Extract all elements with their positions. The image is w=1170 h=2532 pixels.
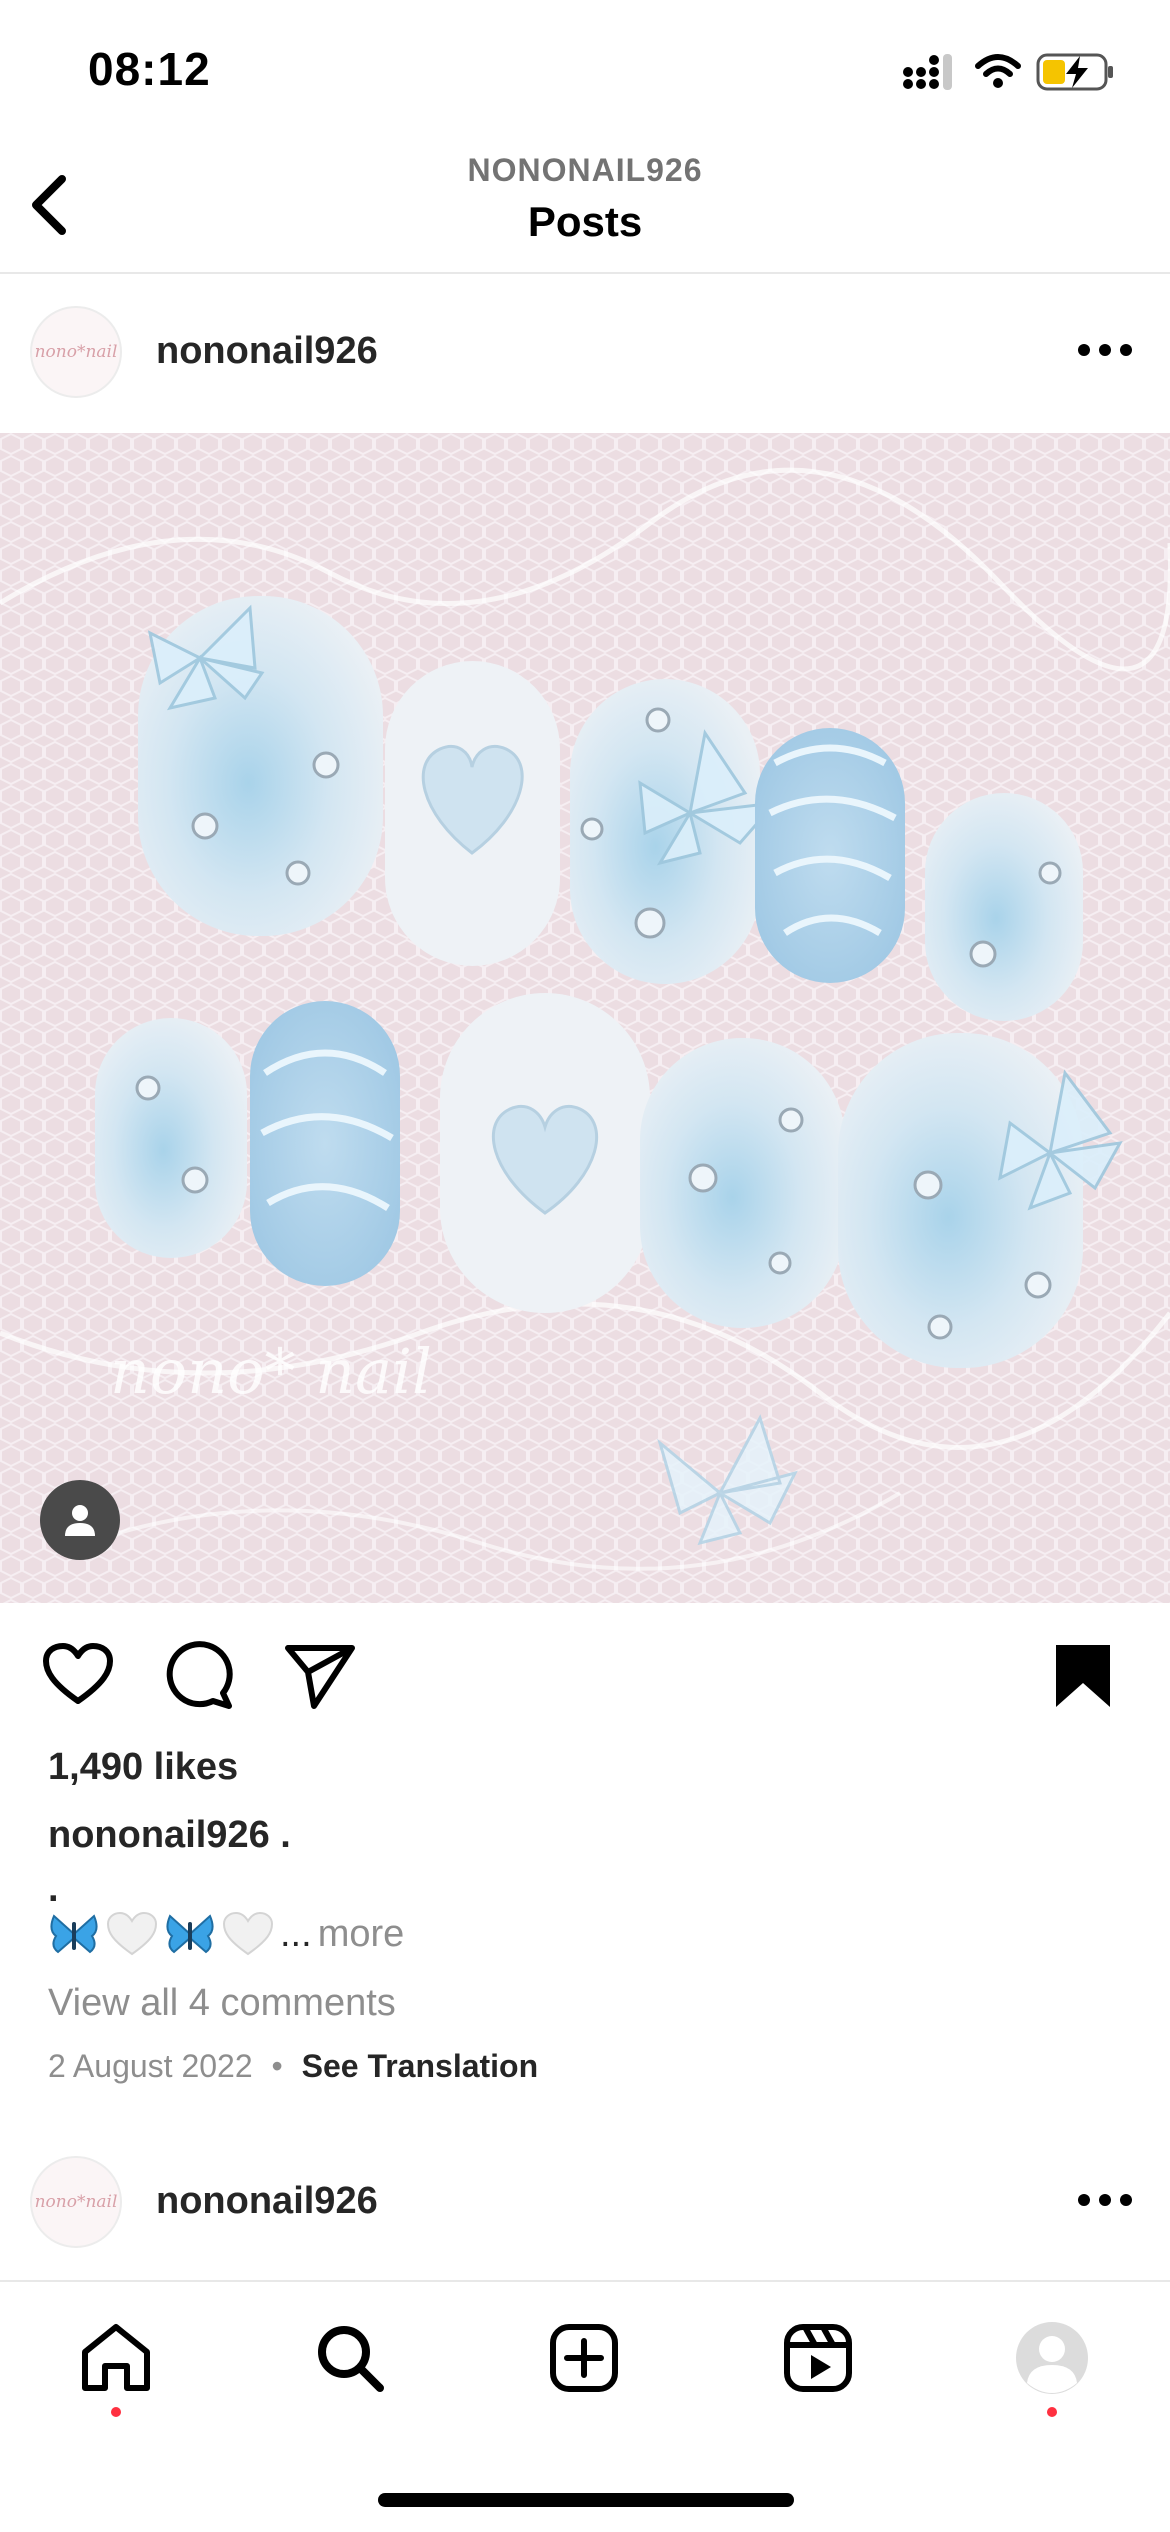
- tab-reels[interactable]: [772, 2312, 864, 2404]
- search-icon: [318, 2326, 384, 2392]
- comment-button[interactable]: [160, 1640, 240, 1712]
- signal-icon: [902, 52, 958, 97]
- wifi-icon: [974, 54, 1022, 95]
- caption: nononail926 .: [48, 1814, 291, 1857]
- nail-9: [640, 1038, 845, 1328]
- page-title: Posts: [527, 198, 643, 245]
- caption-ellipsis: ...: [280, 1912, 312, 1955]
- nail-2: [385, 661, 560, 966]
- paper-plane-icon: [285, 1645, 355, 1709]
- avatar-logo-text: nono*nail: [34, 2192, 118, 2212]
- tab-bar-divider: [0, 2280, 1170, 2282]
- nail-5: [925, 793, 1083, 1021]
- nail-1: [138, 596, 383, 936]
- share-button[interactable]: [280, 1640, 360, 1712]
- white-heart-emoji-icon: [106, 1912, 158, 1956]
- caption-emoji-line: ... more: [48, 1912, 404, 1956]
- reels-icon: [784, 2324, 852, 2392]
- tagged-people-button[interactable]: [40, 1480, 120, 1560]
- person-icon: [65, 1505, 95, 1536]
- home-icon: [82, 2324, 150, 2391]
- post-options-button[interactable]: [1070, 330, 1140, 370]
- like-button[interactable]: [38, 1640, 118, 1710]
- more-dots-icon: [1078, 344, 1132, 356]
- avatar-logo-text: nono*nail: [34, 342, 118, 362]
- butterfly-emoji-icon: [166, 1914, 214, 1954]
- nail-7: [250, 1001, 400, 1286]
- tab-create[interactable]: [538, 2312, 630, 2404]
- nail-4: [755, 728, 905, 983]
- caption-more-link[interactable]: more: [318, 1913, 405, 1956]
- view-comments-link[interactable]: View all 4 comments: [48, 1982, 396, 2025]
- next-post-options-button[interactable]: [1070, 2180, 1140, 2220]
- tab-profile[interactable]: [1006, 2312, 1098, 2404]
- comment-bubble-icon: [166, 1641, 233, 1709]
- post-date: 2 August 2022: [48, 2048, 253, 2084]
- butterfly-emoji-icon: [50, 1914, 98, 1954]
- home-indicator: [378, 2493, 794, 2507]
- status-time: 08:12: [88, 43, 211, 95]
- caption-username[interactable]: nononail926: [48, 1814, 270, 1856]
- next-post-username[interactable]: nononail926: [156, 2180, 378, 2223]
- bookmark-filled-icon: [1056, 1645, 1110, 1707]
- more-dots-icon: [1078, 2194, 1132, 2206]
- nail-6: [95, 1018, 247, 1258]
- home-notification-dot: [111, 2407, 121, 2417]
- save-button[interactable]: [1048, 1640, 1118, 1712]
- nail-8: [440, 993, 650, 1313]
- battery-charging-icon: [1036, 52, 1116, 97]
- see-translation-link[interactable]: See Translation: [302, 2048, 539, 2084]
- post-username[interactable]: nononail926: [156, 330, 378, 373]
- heart-icon: [43, 1643, 113, 1704]
- date-separator: •: [271, 2048, 283, 2084]
- tab-home[interactable]: [70, 2312, 162, 2404]
- post-image[interactable]: nono* nail: [0, 433, 1170, 1603]
- image-watermark: nono* nail: [110, 1335, 432, 1408]
- header-divider: [0, 272, 1170, 274]
- caption-line-2: .: [48, 1868, 59, 1910]
- post-date-row: 2 August 2022 • See Translation: [48, 2048, 538, 2085]
- post-avatar[interactable]: nono*nail: [30, 306, 122, 398]
- nail-3: [570, 679, 779, 984]
- likes-count[interactable]: 1,490 likes: [48, 1746, 238, 1789]
- tab-search[interactable]: [304, 2312, 396, 2404]
- create-post-icon: [550, 2324, 618, 2392]
- profile-avatar-icon: [1016, 2322, 1088, 2394]
- caption-text: .: [280, 1814, 291, 1856]
- profile-notification-dot: [1047, 2407, 1057, 2417]
- header-username: NONONAIL926: [467, 152, 703, 188]
- next-post-avatar[interactable]: nono*nail: [30, 2156, 122, 2248]
- white-heart-emoji-icon: [222, 1912, 274, 1956]
